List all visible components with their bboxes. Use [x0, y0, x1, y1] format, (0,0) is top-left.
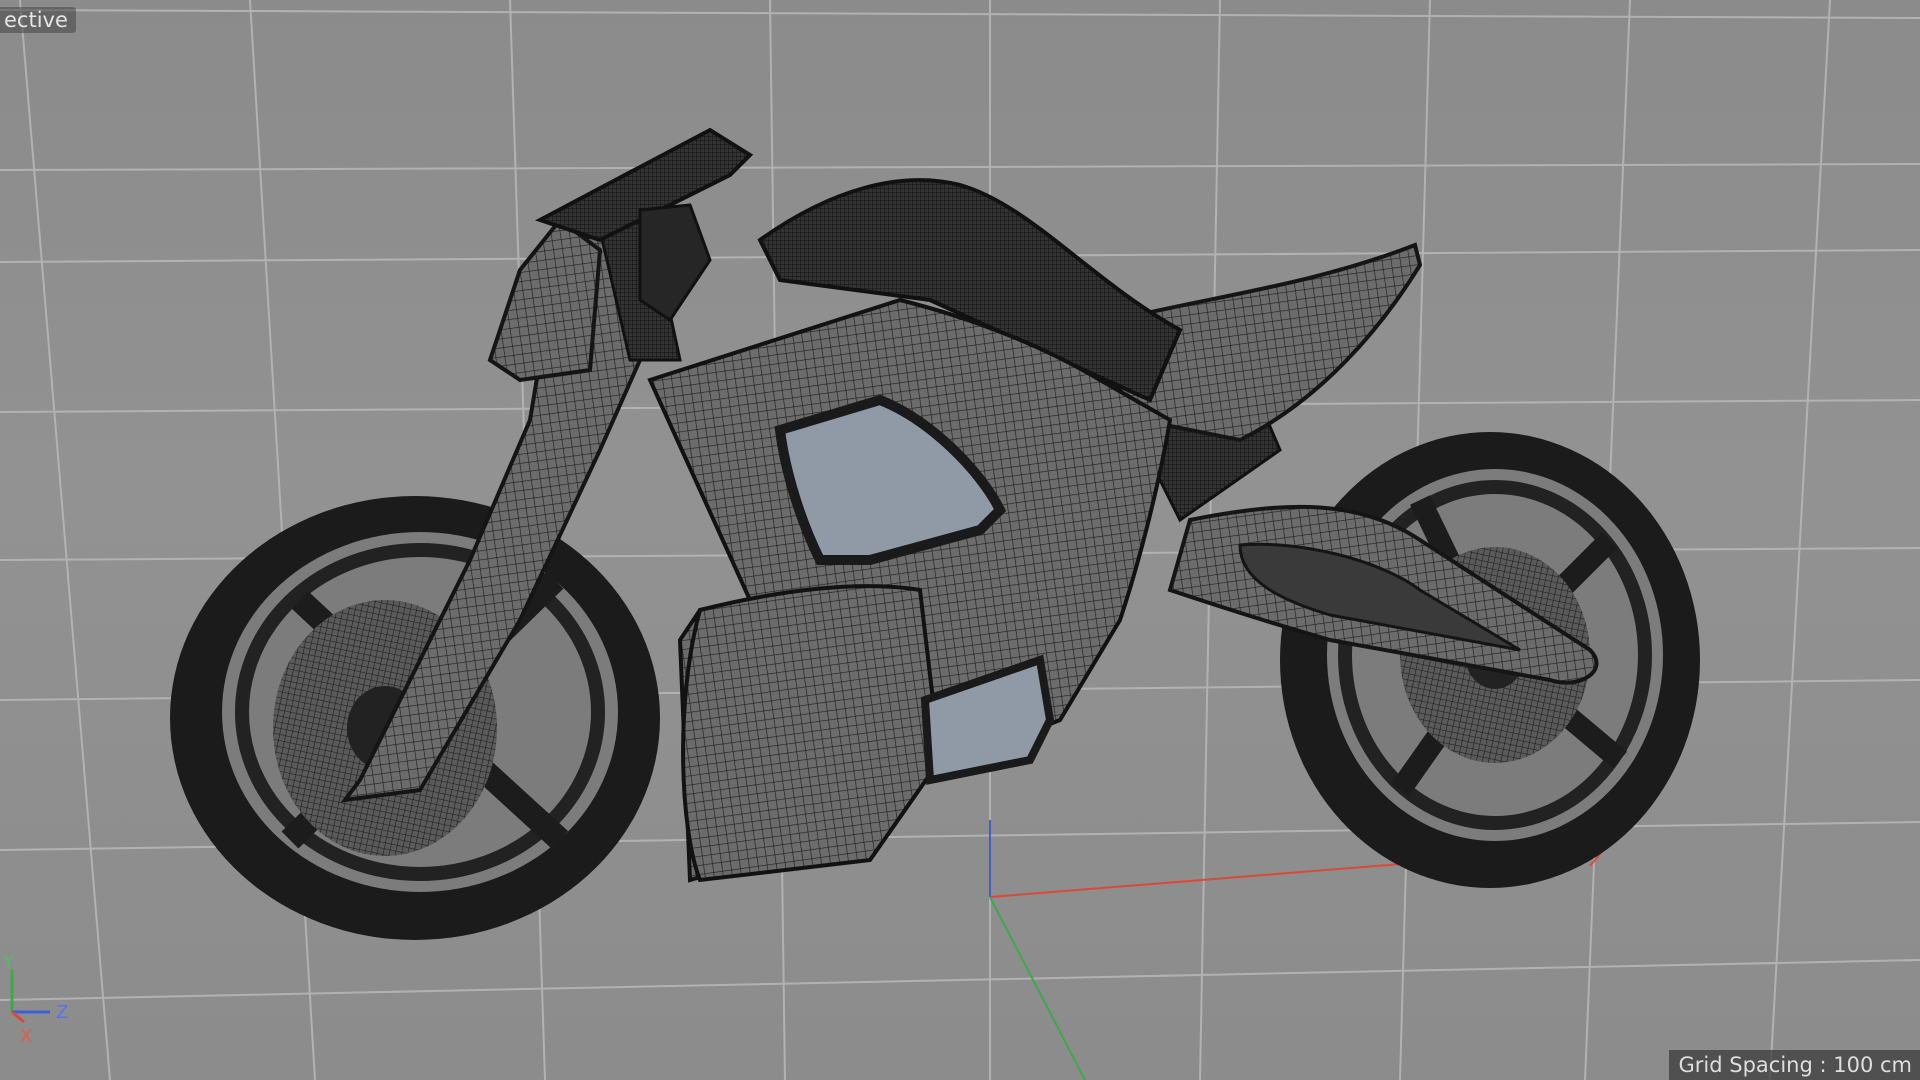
gizmo-z-label: Z	[56, 1002, 68, 1023]
motorcycle-model	[170, 127, 1700, 940]
axis-gizmo-icon: Y Z X	[2, 952, 68, 1047]
headlight	[487, 217, 603, 383]
gizmo-y-label: Y	[2, 952, 15, 973]
gizmo-x-label: X	[20, 1026, 32, 1047]
scene-canvas[interactable]	[0, 0, 1920, 1080]
camera-label[interactable]: ective	[0, 7, 76, 33]
grid-spacing-readout: Grid Spacing : 100 cm	[1668, 1050, 1920, 1080]
3d-viewport[interactable]: ective Y Z X Grid Spacing : 100 cm	[0, 0, 1920, 1080]
